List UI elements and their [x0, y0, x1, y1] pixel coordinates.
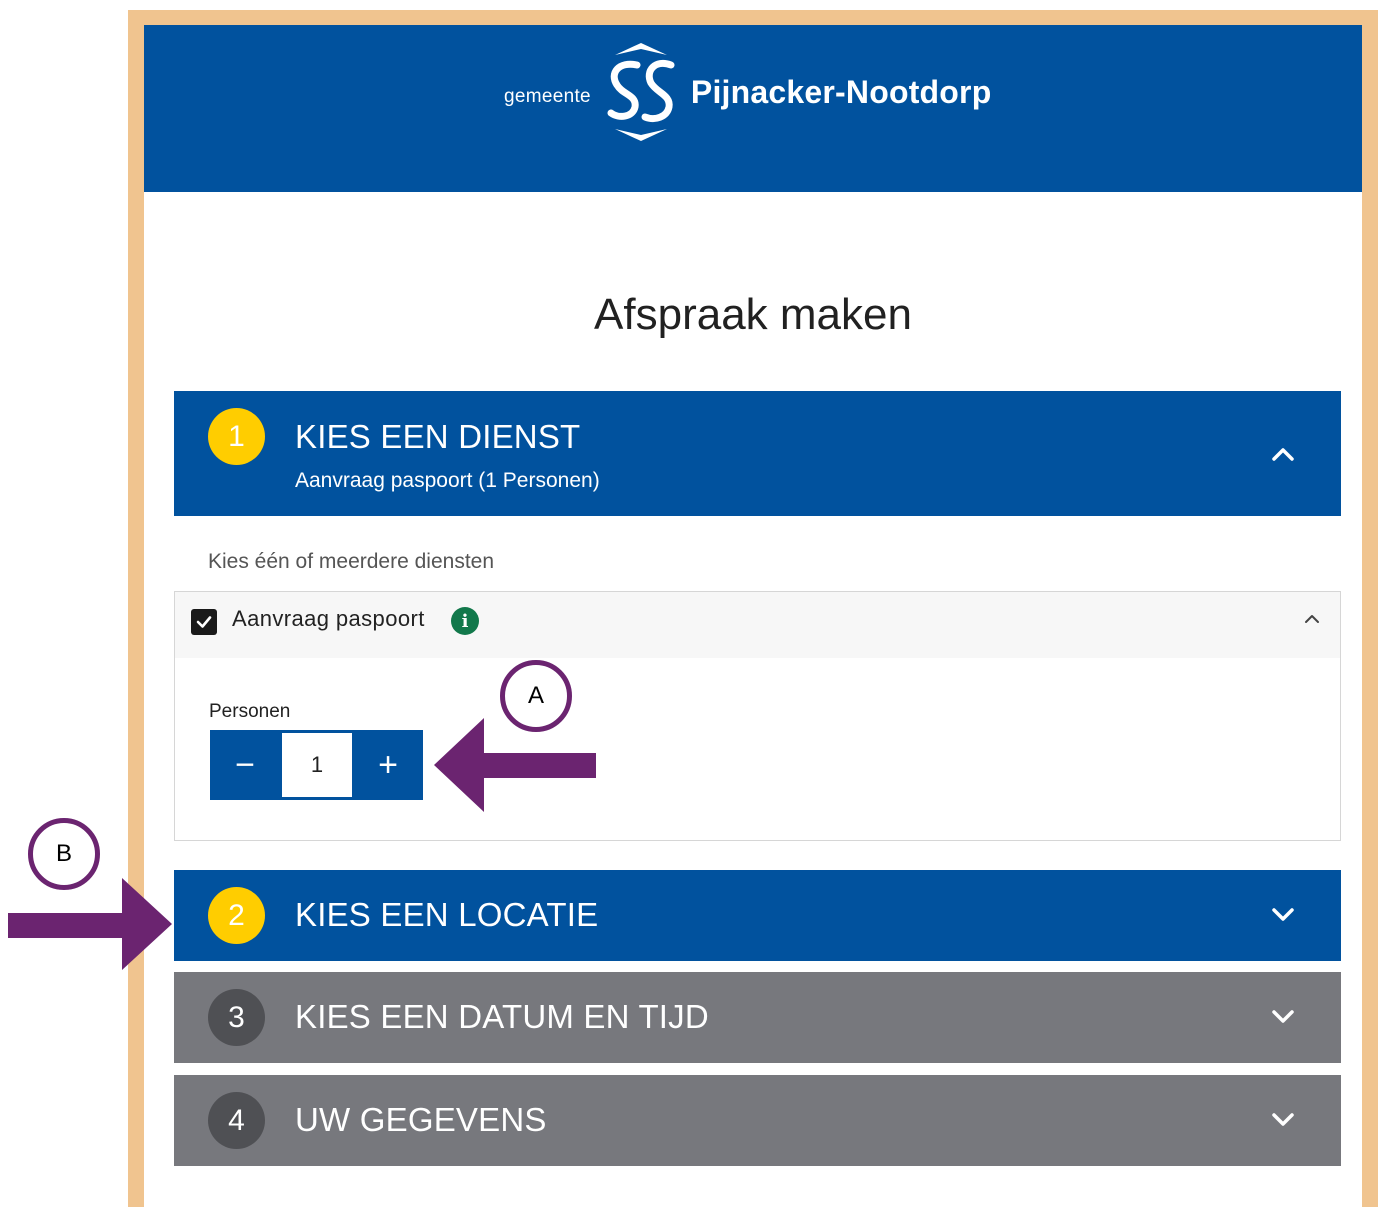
step-4-header[interactable]: 4 UW GEGEVENS [174, 1075, 1341, 1166]
chevron-down-icon[interactable] [1269, 1003, 1297, 1031]
logo-prefix: gemeente [504, 86, 591, 107]
step-1-header[interactable]: 1 KIES EEN DIENST Aanvraag paspoort (1 P… [174, 391, 1341, 516]
step-2-header[interactable]: 2 KIES EEN LOCATIE [174, 870, 1341, 961]
chevron-down-icon[interactable] [1269, 1106, 1297, 1134]
step-number-badge: 2 [208, 887, 265, 944]
chevron-up-icon[interactable] [1302, 609, 1322, 629]
step-title: KIES EEN DATUM EN TIJD [295, 998, 709, 1035]
persons-label: Personen [209, 701, 291, 722]
info-icon[interactable]: i [451, 607, 479, 635]
step-number-badge: 1 [208, 408, 265, 465]
checkmark-icon [196, 616, 212, 628]
service-item-header[interactable]: Aanvraag paspoort i [175, 592, 1340, 658]
municipality-logo[interactable]: gemeente Pijnacker-Nootdorp [504, 37, 991, 147]
persons-stepper: − 1 + [210, 730, 423, 800]
step-number-badge: 4 [208, 1092, 265, 1149]
logo-emblem-icon [607, 43, 675, 141]
step-subtitle: Aanvraag paspoort (1 Personen) [295, 469, 600, 492]
decrement-button[interactable]: − [210, 730, 280, 800]
service-panel: Aanvraag paspoort i Personen − 1 + [174, 591, 1341, 841]
persons-value[interactable]: 1 [282, 733, 352, 797]
step-title: UW GEGEVENS [295, 1101, 547, 1138]
arrow-right-icon [8, 878, 172, 970]
step-title: KIES EEN DIENST [295, 418, 581, 455]
chevron-down-icon[interactable] [1269, 901, 1297, 929]
increment-button[interactable]: + [353, 730, 423, 800]
logo-name: Pijnacker-Nootdorp [690, 73, 992, 110]
site-header: gemeente Pijnacker-Nootdorp [144, 25, 1362, 192]
step-title: KIES EEN LOCATIE [295, 896, 599, 933]
arrow-left-icon [434, 718, 596, 812]
step-number-badge: 3 [208, 989, 265, 1046]
services-hint: Kies één of meerdere diensten [208, 550, 495, 573]
step-3-header[interactable]: 3 KIES EEN DATUM EN TIJD [174, 972, 1341, 1063]
service-label: Aanvraag paspoort [232, 606, 425, 631]
page-title: Afspraak maken [594, 290, 912, 339]
chevron-up-icon[interactable] [1269, 440, 1297, 468]
service-checkbox[interactable] [191, 609, 217, 635]
